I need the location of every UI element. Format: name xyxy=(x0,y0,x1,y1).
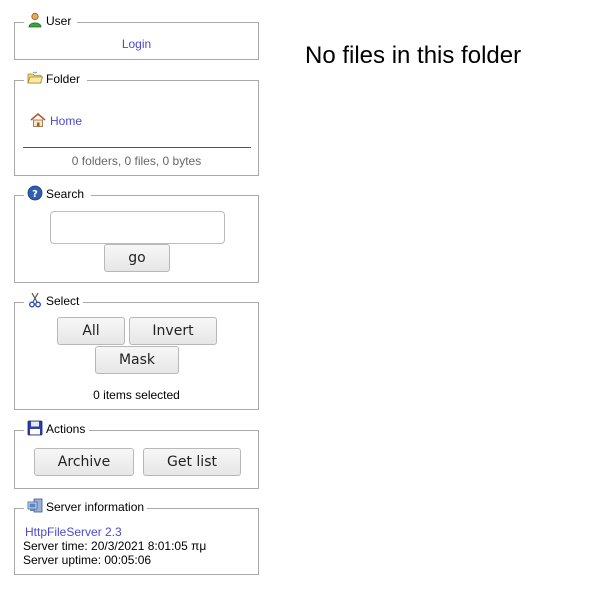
folder-open-icon xyxy=(27,70,44,86)
select-panel: Select All Invert Mask 0 items selected xyxy=(14,290,259,410)
svg-text:?: ? xyxy=(32,189,38,200)
actions-panel: Actions Archive Get list xyxy=(14,418,259,489)
user-panel: User Login xyxy=(14,10,259,60)
server-panel-title: Server information xyxy=(46,500,145,514)
folder-panel-legend: Folder xyxy=(25,68,83,86)
floppy-disk-icon xyxy=(27,420,43,436)
search-panel-title: Search xyxy=(46,187,85,201)
select-panel-legend: Select xyxy=(25,290,82,308)
folder-divider xyxy=(23,147,251,148)
server-panel-legend: Server information xyxy=(25,496,147,514)
user-panel-title: User xyxy=(46,14,72,28)
server-icon xyxy=(27,498,43,514)
folder-panel: Folder Home 0 folders, 0 files, 0 bytes xyxy=(14,68,259,176)
select-panel-title: Select xyxy=(46,294,80,308)
selection-status: 0 items selected xyxy=(93,388,180,402)
actions-panel-legend: Actions xyxy=(25,418,88,436)
server-time: Server time: 20/3/2021 8:01:05 πμ xyxy=(23,539,207,553)
search-panel-legend: ? Search xyxy=(25,183,87,201)
user-icon xyxy=(27,12,43,28)
search-go-button[interactable]: go xyxy=(104,244,170,272)
empty-folder-message: No files in this folder xyxy=(305,42,522,69)
server-panel: Server information HttpFileServer 2.3 Se… xyxy=(14,496,259,575)
help-icon: ? xyxy=(27,185,43,201)
folder-summary: 0 folders, 0 files, 0 bytes xyxy=(71,154,202,168)
select-invert-button[interactable]: Invert xyxy=(129,317,217,345)
get-list-button[interactable]: Get list xyxy=(143,448,241,476)
select-all-button[interactable]: All xyxy=(57,317,125,345)
search-input[interactable] xyxy=(50,211,225,244)
user-panel-legend: User xyxy=(25,10,74,28)
home-link[interactable]: Home xyxy=(50,114,82,128)
home-icon xyxy=(30,112,46,128)
actions-panel-title: Actions xyxy=(46,422,86,436)
server-version-link[interactable]: HttpFileServer 2.3 xyxy=(25,525,122,539)
search-panel: ? Search go xyxy=(14,183,259,283)
select-mask-button[interactable]: Mask xyxy=(95,346,179,374)
server-uptime: Server uptime: 00:05:06 xyxy=(23,553,152,567)
archive-button[interactable]: Archive xyxy=(34,448,134,476)
scissors-icon xyxy=(27,292,43,308)
login-link[interactable]: Login xyxy=(122,37,151,51)
folder-panel-title: Folder xyxy=(46,72,81,86)
